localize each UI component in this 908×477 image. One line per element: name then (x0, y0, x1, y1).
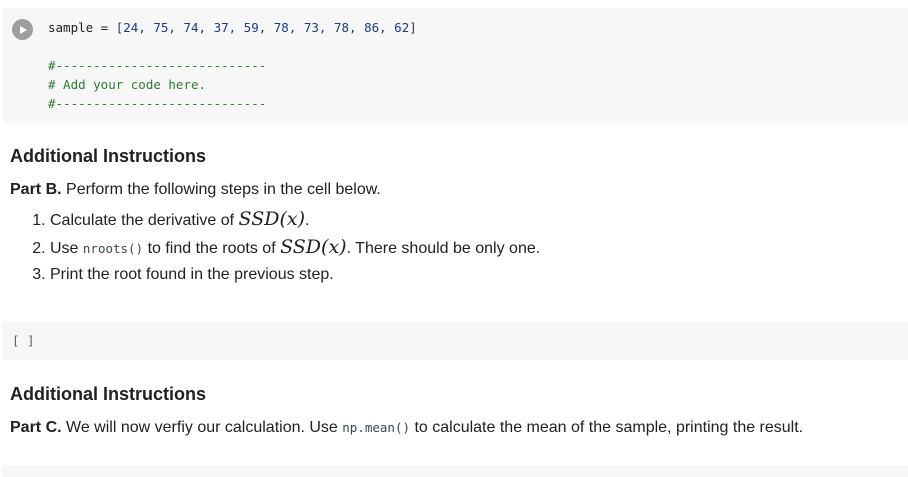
step-text: Calculate the derivative of (50, 212, 239, 229)
step-text: Use (50, 240, 83, 257)
code-operator: = (93, 20, 116, 35)
list-item: Print the root found in the previous ste… (50, 262, 890, 288)
section-heading: Additional Instructions (10, 384, 206, 404)
code-comment-line: #---------------------------- (48, 58, 267, 73)
section-heading: Additional Instructions (10, 146, 206, 166)
part-label: Part C. (10, 419, 62, 436)
math-expression: SSD(x) (238, 208, 306, 230)
play-icon (19, 25, 27, 34)
step-text: . There should be only one. (346, 240, 541, 257)
code-line-sample: sample = [24, 75, 74, 37, 59, 78, 73, 78… (48, 20, 417, 36)
code-cell-empty[interactable]: [ ] (2, 322, 908, 360)
part-text: We will now verfiy our calculation. Use (61, 419, 343, 436)
part-b-description: Part B. Perform the following steps in t… (10, 181, 890, 199)
part-c-description: Part C. We will now verfiy our calculati… (10, 419, 890, 437)
list-item: Use nroots() to find the roots of SSD(x)… (50, 234, 890, 262)
code-variable: sample (48, 20, 94, 35)
code-cell-partial[interactable] (2, 465, 908, 477)
steps-list: Calculate the derivative of SSD(x). Use … (10, 206, 890, 288)
code-comment-line: # Add your code here. (48, 77, 207, 92)
run-cell-button[interactable] (12, 19, 33, 40)
text-cell-part-b: Additional Instructions Part B. Perform … (10, 146, 890, 288)
math-expression: SSD(x) (280, 236, 347, 258)
list-item: Calculate the derivative of SSD(x). (50, 206, 890, 234)
step-text: to find the roots of (143, 240, 281, 257)
code-cell-sample[interactable]: sample = [24, 75, 74, 37, 59, 78, 73, 78… (2, 8, 908, 123)
part-label: Part B. (10, 181, 62, 198)
text-cell-part-c: Additional Instructions Part C. We will … (10, 384, 890, 437)
step-text: . (305, 212, 310, 229)
code-array-literal: [24, 75, 74, 37, 59, 78, 73, 78, 86, 62] (115, 20, 417, 35)
code-comment-line: #---------------------------- (48, 96, 267, 111)
part-text: to calculate the mean of the sample, pri… (410, 419, 804, 436)
cell-execution-prompt[interactable]: [ ] (12, 333, 35, 348)
inline-code: np.mean() (342, 420, 411, 435)
inline-code: nroots() (82, 241, 144, 256)
part-text: Perform the following steps in the cell … (61, 181, 381, 198)
